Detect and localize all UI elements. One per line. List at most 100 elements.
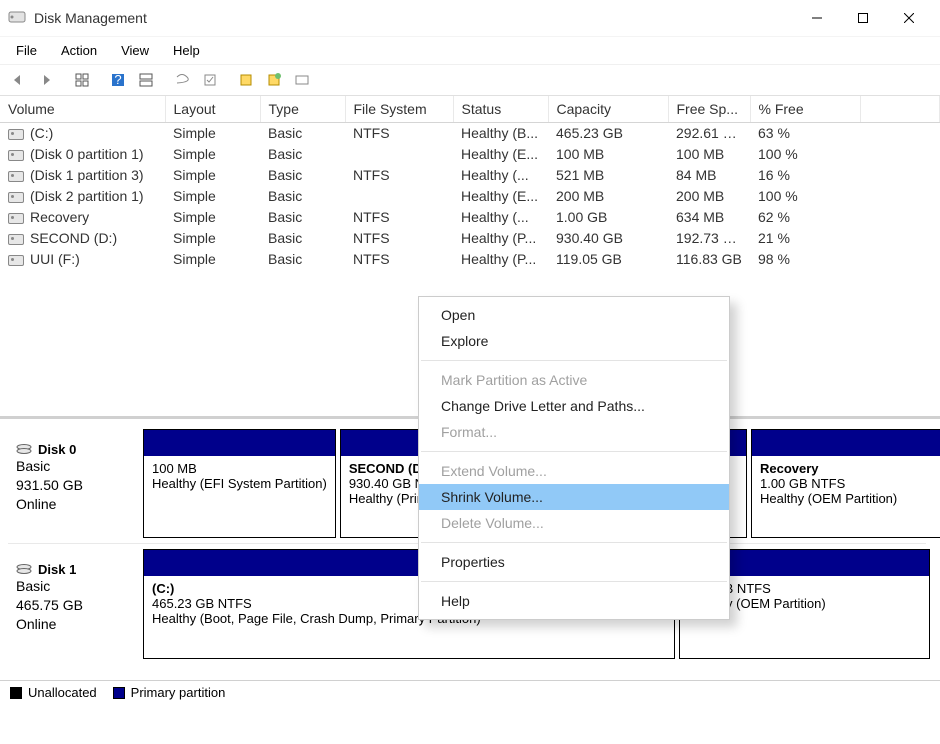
- forward-button[interactable]: [34, 68, 58, 92]
- ctx-open[interactable]: Open: [419, 302, 729, 328]
- vol-type: Basic: [260, 144, 345, 165]
- vol-layout: Simple: [165, 186, 260, 207]
- ctx-help[interactable]: Help: [419, 588, 729, 614]
- menu-action[interactable]: Action: [51, 39, 107, 62]
- vol-name: SECOND (D:): [0, 228, 165, 249]
- vol-status: Healthy (P...: [453, 249, 548, 270]
- help-toolbar-button[interactable]: ?: [106, 68, 130, 92]
- partition-header: [752, 430, 940, 456]
- partition-size: 100 MB: [152, 461, 327, 476]
- close-button[interactable]: [886, 2, 932, 34]
- vol-layout: Simple: [165, 123, 260, 144]
- partition-status: Healthy (EFI System Partition): [152, 476, 327, 491]
- volume-row[interactable]: (C:)SimpleBasicNTFSHealthy (B...465.23 G…: [0, 123, 940, 144]
- vol-type: Basic: [260, 207, 345, 228]
- maximize-button[interactable]: [840, 2, 886, 34]
- action4-button[interactable]: [262, 68, 286, 92]
- layout-tiles-button[interactable]: [134, 68, 158, 92]
- col-status[interactable]: Status: [453, 96, 548, 123]
- menu-help[interactable]: Help: [163, 39, 210, 62]
- ctx-sep4: [421, 581, 727, 582]
- volume-row[interactable]: (Disk 0 partition 1)SimpleBasicHealthy (…: [0, 144, 940, 165]
- vol-type: Basic: [260, 228, 345, 249]
- col-free[interactable]: Free Sp...: [668, 96, 750, 123]
- volume-table-header: Volume Layout Type File System Status Ca…: [0, 96, 940, 123]
- ctx-extend: Extend Volume...: [419, 458, 729, 484]
- volume-icon: [8, 129, 24, 140]
- vol-capacity: 465.23 GB: [548, 123, 668, 144]
- back-button[interactable]: [6, 68, 30, 92]
- disk-name-text: Disk 0: [38, 442, 76, 457]
- action5-button[interactable]: [290, 68, 314, 92]
- volume-table[interactable]: Volume Layout Type File System Status Ca…: [0, 96, 940, 270]
- col-type[interactable]: Type: [260, 96, 345, 123]
- vol-status: Healthy (P...: [453, 228, 548, 249]
- vol-layout: Simple: [165, 207, 260, 228]
- vol-fs: NTFS: [345, 207, 453, 228]
- menu-file[interactable]: File: [6, 39, 47, 62]
- ctx-sep3: [421, 542, 727, 543]
- ctx-delete: Delete Volume...: [419, 510, 729, 536]
- partition-body: Recovery1.00 GB NTFSHealthy (OEM Partiti…: [752, 456, 940, 537]
- legend-unallocated: Unallocated: [28, 685, 97, 700]
- disk-label: Disk 0Basic931.50 GBOnline: [8, 429, 143, 538]
- ctx-properties[interactable]: Properties: [419, 549, 729, 575]
- menu-bar: File Action View Help: [0, 36, 940, 64]
- menu-view[interactable]: View: [111, 39, 159, 62]
- toolbar: ?: [0, 64, 940, 96]
- partition[interactable]: Recovery1.00 GB NTFSHealthy (OEM Partiti…: [751, 429, 940, 538]
- vol-fs: NTFS: [345, 249, 453, 270]
- vol-name: UUI (F:): [0, 249, 165, 270]
- volume-row[interactable]: UUI (F:)SimpleBasicNTFSHealthy (P...119.…: [0, 249, 940, 270]
- legend-primary: Primary partition: [131, 685, 226, 700]
- action2-button[interactable]: [198, 68, 222, 92]
- vol-pct: 100 %: [750, 144, 860, 165]
- action3-button[interactable]: [234, 68, 258, 92]
- vol-capacity: 521 MB: [548, 165, 668, 186]
- legend: Unallocated Primary partition: [0, 680, 940, 704]
- svg-text:?: ?: [114, 72, 121, 87]
- partition-status: Healthy (OEM Partition): [760, 491, 940, 506]
- vol-layout: Simple: [165, 228, 260, 249]
- action1-button[interactable]: [170, 68, 194, 92]
- vol-capacity: 119.05 GB: [548, 249, 668, 270]
- volume-icon: [8, 213, 24, 224]
- vol-capacity: 100 MB: [548, 144, 668, 165]
- volume-row[interactable]: (Disk 1 partition 3)SimpleBasicNTFSHealt…: [0, 165, 940, 186]
- partition-size: 1.00 GB NTFS: [760, 476, 940, 491]
- col-layout[interactable]: Layout: [165, 96, 260, 123]
- vol-type: Basic: [260, 165, 345, 186]
- col-fs[interactable]: File System: [345, 96, 453, 123]
- volume-row[interactable]: RecoverySimpleBasicNTFSHealthy (...1.00 …: [0, 207, 940, 228]
- vol-status: Healthy (E...: [453, 144, 548, 165]
- col-pctfree[interactable]: % Free: [750, 96, 860, 123]
- ctx-mark-active: Mark Partition as Active: [419, 367, 729, 393]
- vol-capacity: 930.40 GB: [548, 228, 668, 249]
- partition[interactable]: 100 MBHealthy (EFI System Partition): [143, 429, 336, 538]
- disk-size: 931.50 GB: [16, 476, 135, 495]
- window-title: Disk Management: [34, 10, 794, 26]
- col-capacity[interactable]: Capacity: [548, 96, 668, 123]
- volume-row[interactable]: (Disk 2 partition 1)SimpleBasicHealthy (…: [0, 186, 940, 207]
- vol-status: Healthy (B...: [453, 123, 548, 144]
- volume-icon: [8, 150, 24, 161]
- vol-fs: [345, 144, 453, 165]
- vol-layout: Simple: [165, 249, 260, 270]
- minimize-button[interactable]: [794, 2, 840, 34]
- col-volume[interactable]: Volume: [0, 96, 165, 123]
- vol-layout: Simple: [165, 144, 260, 165]
- vol-pct: 21 %: [750, 228, 860, 249]
- vol-pct: 98 %: [750, 249, 860, 270]
- volume-icon: [8, 192, 24, 203]
- disk-size: 465.75 GB: [16, 596, 135, 615]
- ctx-shrink[interactable]: Shrink Volume...: [419, 484, 729, 510]
- ctx-change-letter[interactable]: Change Drive Letter and Paths...: [419, 393, 729, 419]
- vol-type: Basic: [260, 123, 345, 144]
- vol-pct: 62 %: [750, 207, 860, 228]
- vol-fs: NTFS: [345, 228, 453, 249]
- up-layout-button[interactable]: [70, 68, 94, 92]
- vol-free: 100 MB: [668, 144, 750, 165]
- volume-row[interactable]: SECOND (D:)SimpleBasicNTFSHealthy (P...9…: [0, 228, 940, 249]
- vol-capacity: 200 MB: [548, 186, 668, 207]
- ctx-explore[interactable]: Explore: [419, 328, 729, 354]
